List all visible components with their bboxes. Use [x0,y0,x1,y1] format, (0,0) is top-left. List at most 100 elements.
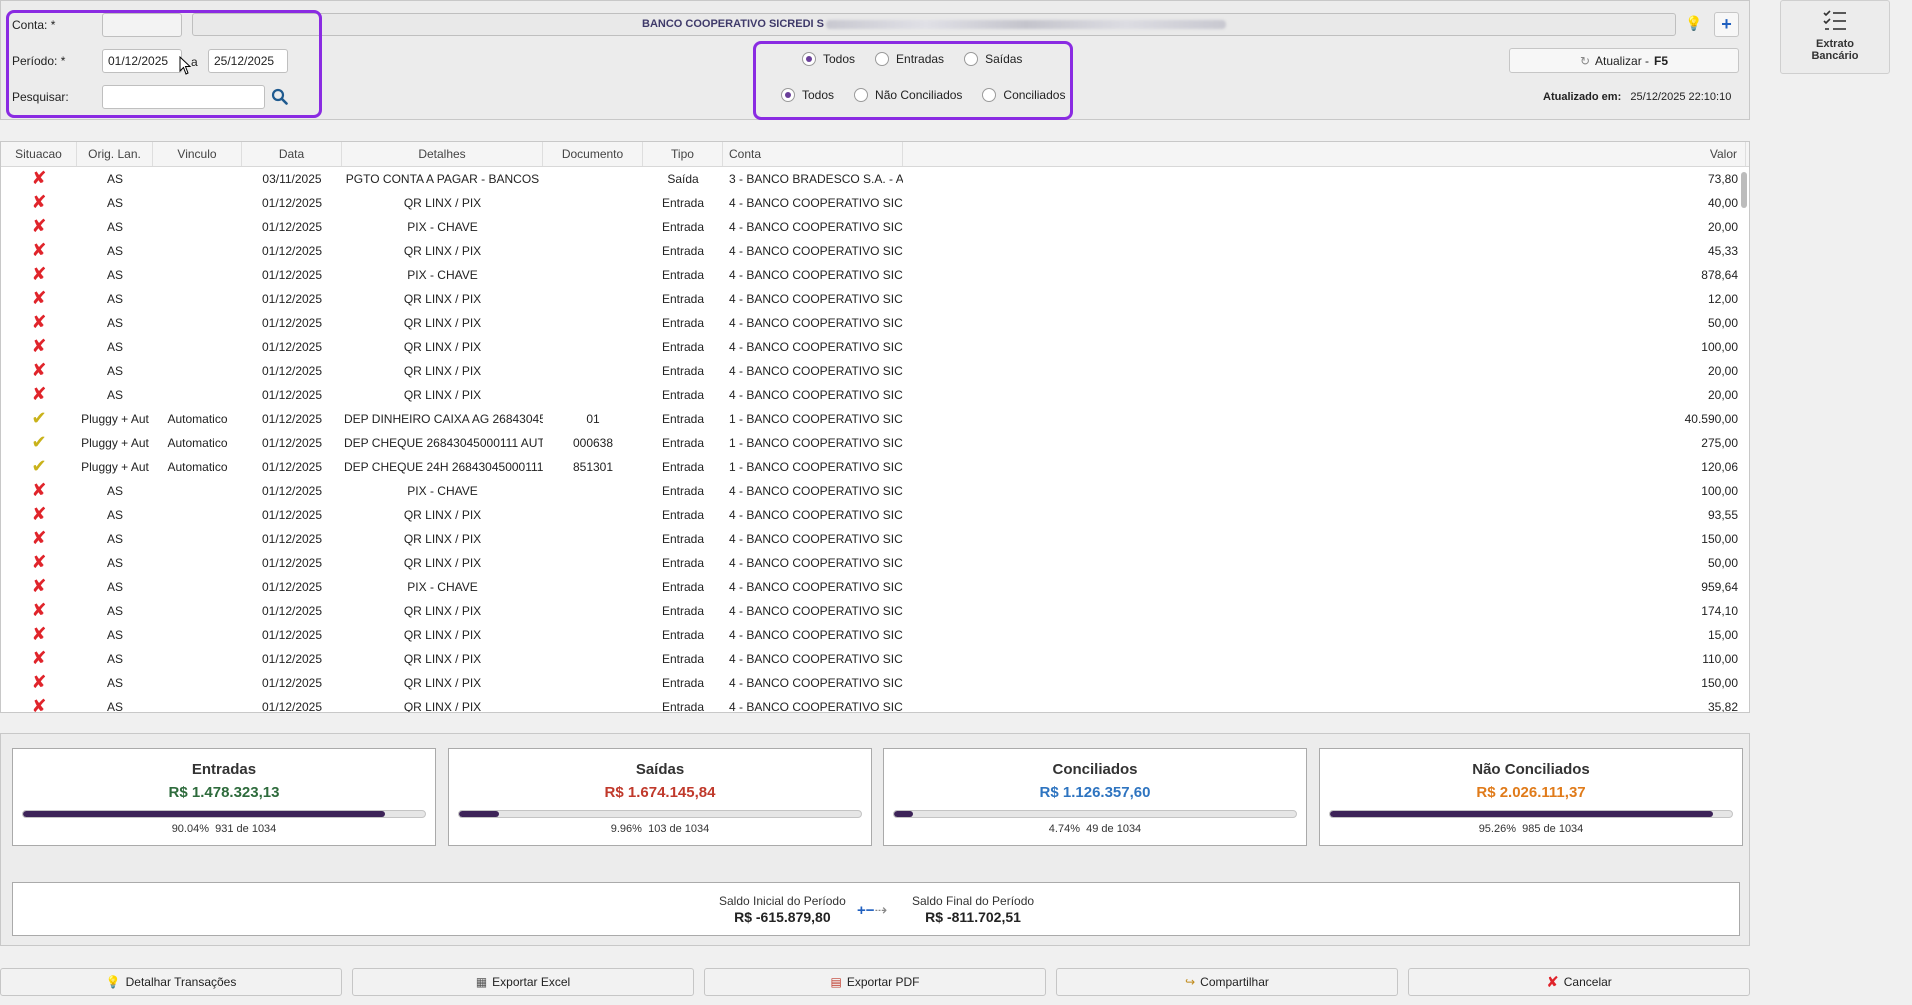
table-row[interactable]: ✘ AS 01/12/2025 QR LINX / PIX Entrada 4 - BAN… [1,311,1749,335]
cell-documento: 000638 [572,436,614,450]
table-row[interactable]: ✘ AS 01/12/2025 QR LINX / PIX Entrada 4 - BAN… [1,551,1749,575]
status-cell: ✘ [1,290,77,308]
status-cell: ✘ [1,530,77,548]
cell-orig: AS [106,244,123,258]
checklist-icon [1823,10,1846,30]
table-row[interactable]: ✘ AS 03/11/2025 PGTO CONTA A PAGAR - BANCOS… [1,167,1749,191]
reconciled-check-icon: ✔ [31,458,47,476]
cell-orig: Pluggy + Aut [81,436,149,450]
table-row[interactable]: ✘ AS 01/12/2025 PIX - CHAVE Entrada 4 - BANCO… [1,215,1749,239]
exportar-pdf-button[interactable]: ▤ Exportar PDF [704,968,1046,996]
table-row[interactable]: ✘ AS 01/12/2025 QR LINX / PIX Entrada 4 - BAN… [1,671,1749,695]
table-row[interactable]: ✘ AS 01/12/2025 QR LINX / PIX Entrada 4 - BAN… [1,503,1749,527]
column-header[interactable]: Tipo [643,142,723,166]
cell-valor: 50,00 [1707,316,1738,330]
status-cell: ✘ [1,386,77,404]
share-icon: ↪ [1185,975,1196,989]
cell-tipo: Entrada [661,364,705,378]
status-cell: ✘ [1,626,77,644]
cell-data: 01/12/2025 [261,244,323,258]
table-row[interactable]: ✘ AS 01/12/2025 QR LINX / PIX Entrada 4 - BAN… [1,527,1749,551]
summary-card: Saídas R$ 1.674.145,84 9.96% 103 de 1034 [448,748,872,846]
column-header[interactable]: Conta [723,142,903,166]
column-header[interactable]: Vinculo [153,142,242,166]
cell-detalhes: PGTO CONTA A PAGAR - BANCOS [345,172,540,186]
cell-orig: AS [106,316,123,330]
not-reconciled-x-icon: ✘ [31,602,47,620]
cell-conta: 3 - BANCO BRADESCO S.A. - AG 1 [729,172,903,186]
table-row[interactable]: ✘ AS 01/12/2025 QR LINX / PIX Entrada 4 - BAN… [1,335,1749,359]
add-conta-button[interactable]: + [1714,12,1739,37]
cell-conta: 4 - BANCO COOPERATIVO SICREDI [729,292,903,306]
lightbulb-icon[interactable]: 💡 [1685,15,1702,32]
cell-valor: 120,06 [1701,460,1738,474]
table-row[interactable]: ✘ AS 01/12/2025 QR LINX / PIX Entrada 4 - BAN… [1,239,1749,263]
cell-valor: 40,00 [1707,196,1738,210]
table-row[interactable]: ✘ AS 01/12/2025 PIX - CHAVE Entrada 4 - BANCO… [1,479,1749,503]
table-row[interactable]: ✘ AS 01/12/2025 QR LINX / PIX Entrada 4 - BAN… [1,359,1749,383]
updated-at: Atualizado em: 25/12/2025 22:10:10 [1543,91,1731,103]
cell-tipo: Entrada [661,460,705,474]
cell-data: 01/12/2025 [261,316,323,330]
table-row[interactable]: ✔ Pluggy + Aut Automatico 01/12/2025 DEP CHE… [1,431,1749,455]
table-row[interactable]: ✘ AS 01/12/2025 QR LINX / PIX Entrada 4 - BAN… [1,647,1749,671]
not-reconciled-x-icon: ✘ [31,482,47,500]
saldo-final-label: Saldo Final do Período [912,894,1035,908]
cell-conta: 4 - BANCO COOPERATIVO SICREDI [729,340,903,354]
cell-valor: 20,00 [1707,364,1738,378]
card-footer: 9.96% 103 de 1034 [449,823,871,835]
column-header[interactable]: Situacao [1,142,77,166]
cell-detalhes: DEP CHEQUE 26843045000111 AUTO I [344,436,543,450]
table-body: ✘ AS 03/11/2025 PGTO CONTA A PAGAR - BANCOS… [1,167,1749,713]
table-row[interactable]: ✘ AS 01/12/2025 PIX - CHAVE Entrada 4 - BANCO… [1,575,1749,599]
table-row[interactable]: ✘ AS 01/12/2025 QR LINX / PIX Entrada 4 - BAN… [1,383,1749,407]
cell-data: 01/12/2025 [261,460,323,474]
cell-tipo: Entrada [661,244,705,258]
table-row[interactable]: ✘ AS 01/12/2025 PIX - CHAVE Entrada 4 - BANCO… [1,263,1749,287]
cell-orig: AS [106,652,123,666]
cell-detalhes: PIX - CHAVE [407,484,478,498]
cell-valor: 93,55 [1707,508,1738,522]
summary-panel: Entradas R$ 1.478.323,13 90.04% 931 de 103… [0,733,1750,946]
table-row[interactable]: ✔ Pluggy + Aut Automatico 01/12/2025 DEP DIN… [1,407,1749,431]
card-value: R$ 1.126.357,60 [1039,784,1151,801]
cell-data: 01/12/2025 [261,580,323,594]
cell-valor: 110,00 [1702,652,1738,666]
cell-conta: 4 - BANCO COOPERATIVO SICREDI [729,532,903,546]
column-header[interactable]: Orig. Lan. [77,142,153,166]
column-header[interactable]: Valor [903,142,1746,166]
cell-orig: AS [106,172,123,186]
updated-label: Atualizado em: [1543,91,1622,103]
table-row[interactable]: ✘ AS 01/12/2025 QR LINX / PIX Entrada 4 - BAN… [1,623,1749,647]
cell-detalhes: QR LINX / PIX [403,244,482,258]
cell-documento: 851301 [572,460,614,474]
cell-conta: 4 - BANCO COOPERATIVO SICREDI [729,244,903,258]
column-header[interactable]: Documento [543,142,643,166]
table-row[interactable]: ✘ AS 01/12/2025 QR LINX / PIX Entrada 4 - BAN… [1,191,1749,215]
column-header[interactable]: Detalhes [342,142,543,166]
cell-tipo: Entrada [661,268,705,282]
cell-valor: 878,64 [1701,268,1738,282]
table-row[interactable]: ✔ Pluggy + Aut Automatico 01/12/2025 DEP CHE… [1,455,1749,479]
table-row[interactable]: ✘ AS 01/12/2025 QR LINX / PIX Entrada 4 - BAN… [1,599,1749,623]
cell-orig: Pluggy + Aut [81,412,149,426]
exportar-excel-button[interactable]: ▦ Exportar Excel [352,968,694,996]
table-row[interactable]: ✘ AS 01/12/2025 QR LINX / PIX Entrada 4 - BAN… [1,287,1749,311]
detalhar-transacoes-button[interactable]: 💡 Detalhar Transações [0,968,342,996]
progress-fill [459,811,500,817]
extrato-bancario-button[interactable]: Extrato Bancário [1780,0,1890,74]
card-footer: 4.74% 49 de 1034 [884,823,1306,835]
button-label: Exportar Excel [492,975,571,989]
table-row[interactable]: ✘ AS 01/12/2025 QR LINX / PIX Entrada 4 - BAN… [1,695,1749,713]
cell-orig: Pluggy + Aut [81,460,149,474]
cell-orig: AS [106,220,123,234]
cell-detalhes: PIX - CHAVE [407,580,478,594]
atualizar-button[interactable]: ↻ Atualizar - F5 [1509,48,1739,73]
cell-tipo: Entrada [661,700,705,713]
cell-data: 01/12/2025 [261,700,323,713]
scrollbar-thumb[interactable] [1741,172,1747,208]
compartilhar-button[interactable]: ↪ Compartilhar [1056,968,1398,996]
cancelar-button[interactable]: ✘ Cancelar [1408,968,1750,996]
column-header[interactable]: Data [242,142,342,166]
cell-valor: 150,00 [1701,532,1738,546]
